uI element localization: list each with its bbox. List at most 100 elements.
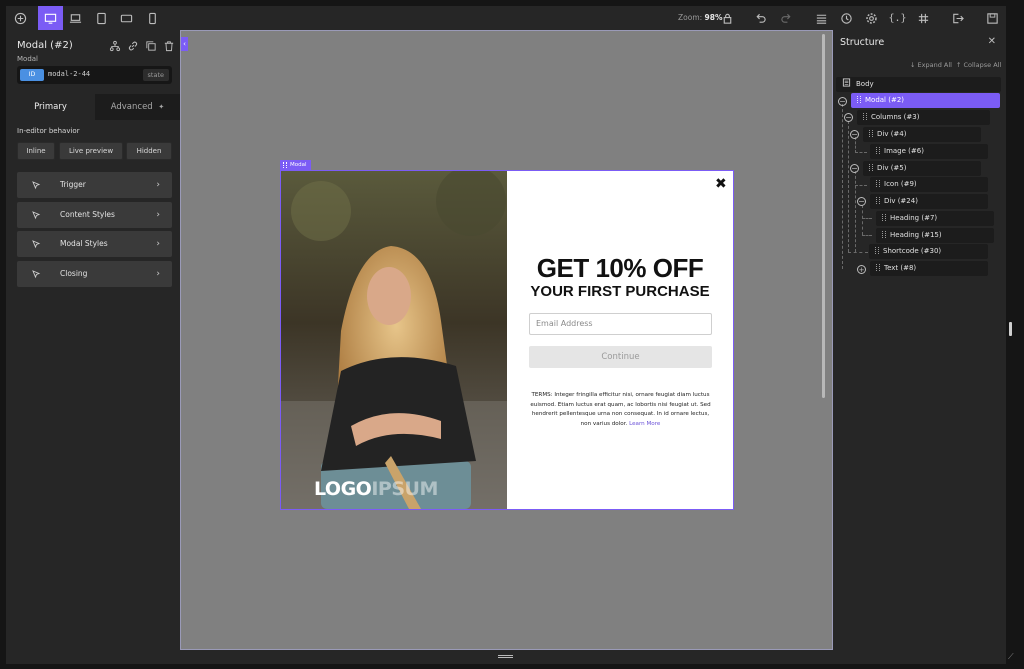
element-settings-panel: Modal (#2) Modal ID modal-2-44 state Pri… bbox=[6, 30, 180, 664]
drag-handle-icon bbox=[876, 264, 880, 271]
node-label: Div (#5) bbox=[877, 164, 907, 172]
structure-node-body[interactable]: Body bbox=[836, 77, 1001, 92]
structure-node-div-5[interactable]: Div (#5) bbox=[863, 161, 981, 176]
canvas-scrollbar[interactable] bbox=[822, 34, 825, 398]
canvas-resize-bar[interactable] bbox=[180, 650, 833, 664]
learn-more-link[interactable]: Learn More bbox=[629, 421, 660, 427]
modal-close-icon[interactable]: ✖ bbox=[715, 176, 727, 192]
behavior-live-preview-button[interactable]: Live preview bbox=[59, 142, 123, 160]
structure-node-shortcode-30[interactable]: Shortcode (#30) bbox=[869, 244, 988, 259]
resize-grip-icon[interactable] bbox=[498, 655, 513, 656]
tab-advanced-label: Advanced bbox=[110, 102, 153, 112]
chevron-right-icon: › bbox=[156, 269, 160, 279]
structure-tree-icon[interactable] bbox=[108, 39, 121, 52]
modal-preview[interactable]: LOGOIPSUM ✖ GET 10% OFF YOUR FIRST PURCH… bbox=[280, 170, 734, 510]
brand-logo: LOGOIPSUM bbox=[314, 478, 438, 500]
accordion-trigger[interactable]: Trigger › bbox=[17, 172, 172, 198]
resize-corner-icon[interactable]: ⟋ bbox=[1008, 652, 1014, 662]
node-label: Div (#4) bbox=[877, 130, 907, 138]
structure-node-columns[interactable]: Columns (#3) bbox=[857, 110, 990, 125]
laptop-breakpoint-icon[interactable] bbox=[63, 6, 88, 30]
tablet-landscape-breakpoint-icon[interactable] bbox=[114, 6, 139, 30]
node-label: Icon (#9) bbox=[884, 180, 917, 188]
structure-node-icon-9[interactable]: Icon (#9) bbox=[870, 177, 988, 192]
builder-window: Zoom: 98% {.} Modal (#2) Modal ID modal-… bbox=[0, 0, 1024, 669]
accordion-content-styles[interactable]: Content Styles › bbox=[17, 202, 172, 228]
node-label: Image (#6) bbox=[884, 147, 924, 155]
desktop-breakpoint-icon[interactable] bbox=[38, 6, 63, 30]
duplicate-icon[interactable] bbox=[144, 39, 157, 52]
pointer-icon bbox=[32, 270, 41, 279]
collapse-toggle-icon[interactable]: − bbox=[857, 197, 866, 206]
link-icon[interactable] bbox=[126, 39, 139, 52]
close-icon[interactable]: ✕ bbox=[988, 36, 996, 47]
collapse-all-button[interactable]: ↑ Collapse All bbox=[956, 61, 1001, 69]
zoom-label: Zoom: bbox=[678, 13, 703, 22]
node-label: Columns (#3) bbox=[871, 113, 920, 121]
panel-resize-handle[interactable] bbox=[1009, 322, 1012, 336]
structure-node-div-24[interactable]: Div (#24) bbox=[870, 194, 988, 209]
sparkle-icon: ✦ bbox=[158, 103, 165, 111]
add-element-icon[interactable] bbox=[8, 6, 33, 30]
state-selector[interactable]: state bbox=[142, 69, 169, 81]
expand-toggle-icon[interactable]: + bbox=[857, 265, 866, 274]
tab-advanced[interactable]: Advanced ✦ bbox=[95, 94, 180, 120]
exit-icon[interactable] bbox=[945, 6, 970, 30]
behavior-inline-button[interactable]: Inline bbox=[17, 142, 55, 160]
chevron-right-icon: › bbox=[156, 180, 160, 190]
structure-node-text-8[interactable]: Text (#8) bbox=[870, 261, 988, 276]
mobile-breakpoint-icon[interactable] bbox=[140, 6, 165, 30]
woman-photo-image bbox=[281, 171, 507, 509]
hero-photo[interactable]: LOGOIPSUM bbox=[281, 171, 507, 509]
accordion-closing[interactable]: Closing › bbox=[17, 261, 172, 287]
structure-node-modal[interactable]: Modal (#2) bbox=[851, 93, 1000, 108]
collapse-toggle-icon[interactable]: − bbox=[838, 97, 847, 106]
chevron-right-icon: › bbox=[156, 210, 160, 220]
history-icon[interactable] bbox=[834, 6, 859, 30]
tablet-breakpoint-icon[interactable] bbox=[89, 6, 114, 30]
trash-icon[interactable] bbox=[162, 39, 175, 52]
collapse-panel-icon[interactable]: ‹ bbox=[181, 37, 188, 51]
collapse-toggle-icon[interactable]: − bbox=[850, 164, 859, 173]
tree-line bbox=[862, 205, 863, 235]
headline: GET 10% OFF bbox=[536, 253, 704, 283]
tree-line bbox=[855, 185, 867, 186]
node-label: Heading (#7) bbox=[890, 214, 938, 222]
settings-gear-icon[interactable] bbox=[859, 6, 884, 30]
drag-handle-icon bbox=[882, 231, 886, 238]
structure-node-image-6[interactable]: Image (#6) bbox=[870, 144, 988, 159]
pointer-icon bbox=[32, 240, 41, 249]
save-icon[interactable] bbox=[980, 6, 1005, 30]
tab-primary[interactable]: Primary bbox=[6, 94, 95, 120]
structure-node-heading-7[interactable]: Heading (#7) bbox=[876, 211, 994, 226]
expand-all-button[interactable]: ↓ Expand All bbox=[910, 61, 952, 69]
logo-part-1: LOGO bbox=[314, 478, 372, 500]
email-input[interactable]: Email Address bbox=[529, 313, 712, 335]
element-id-field[interactable]: ID modal-2-44 state bbox=[17, 66, 172, 84]
code-braces-icon[interactable]: {.} bbox=[885, 6, 910, 30]
accordion-modal-styles[interactable]: Modal Styles › bbox=[17, 231, 172, 257]
accordion-label: Closing bbox=[60, 269, 88, 278]
top-toolbar: Zoom: 98% {.} bbox=[6, 6, 1006, 30]
node-label: Modal (#2) bbox=[865, 96, 905, 104]
drag-handle-icon bbox=[875, 247, 879, 254]
behavior-hidden-button[interactable]: Hidden bbox=[126, 142, 172, 160]
lock-icon[interactable] bbox=[715, 6, 740, 30]
drag-handle-icon bbox=[857, 96, 861, 103]
node-label: Body bbox=[856, 80, 874, 88]
collapse-toggle-icon[interactable]: − bbox=[850, 130, 859, 139]
structure-node-div-4[interactable]: Div (#4) bbox=[863, 127, 981, 142]
continue-button[interactable]: Continue bbox=[529, 346, 712, 368]
collapse-toggle-icon[interactable]: − bbox=[844, 113, 853, 122]
document-icon bbox=[842, 78, 851, 87]
grid-hash-icon[interactable] bbox=[911, 6, 936, 30]
element-title: Modal (#2) bbox=[17, 40, 73, 51]
tree-line bbox=[842, 104, 843, 269]
redo-icon[interactable] bbox=[774, 6, 799, 30]
structure-node-heading-15[interactable]: Heading (#15) bbox=[876, 228, 994, 243]
undo-icon[interactable] bbox=[748, 6, 773, 30]
accordion-label: Modal Styles bbox=[60, 239, 108, 248]
structure-title: Structure bbox=[840, 37, 885, 48]
modal-element-tag[interactable]: Modal bbox=[280, 160, 311, 170]
layers-icon[interactable] bbox=[809, 6, 834, 30]
